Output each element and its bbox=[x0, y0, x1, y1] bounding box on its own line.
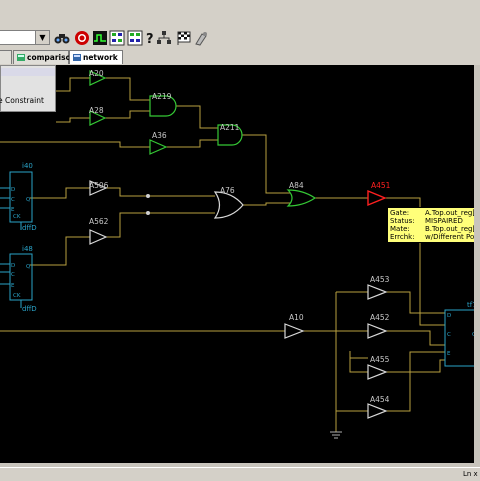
stop-icon[interactable] bbox=[74, 30, 90, 46]
gate-a76[interactable] bbox=[213, 191, 244, 219]
gate-a454[interactable] bbox=[367, 403, 388, 419]
pin-i40-q: Q bbox=[26, 197, 31, 203]
tab-first[interactable] bbox=[0, 50, 12, 64]
vertical-scrollbar[interactable] bbox=[474, 65, 480, 463]
waveform-icon[interactable] bbox=[92, 30, 108, 46]
label-a219: A219 bbox=[152, 92, 172, 101]
pin-i48-e: E bbox=[11, 283, 15, 289]
pin-i48-ck: CK bbox=[13, 293, 21, 299]
context-menu-highlight[interactable] bbox=[1, 68, 55, 76]
tooltip-mate-key: Mate: bbox=[390, 225, 410, 233]
comparison-tab-icon bbox=[17, 54, 25, 61]
chevron-down-icon[interactable]: ▼ bbox=[35, 31, 49, 44]
binoculars-icon[interactable] bbox=[54, 30, 70, 46]
pin-i48-d: D bbox=[11, 263, 15, 269]
pin-i40-d: D bbox=[11, 187, 15, 193]
gate-a36[interactable] bbox=[149, 139, 168, 155]
gate-a84[interactable] bbox=[286, 189, 317, 207]
label-a76: A76 bbox=[220, 186, 235, 195]
label-i48-cell: dffD bbox=[22, 305, 37, 313]
probe-icon[interactable] bbox=[193, 30, 209, 46]
status-line-indicator: Ln x bbox=[463, 470, 478, 478]
network-tab-icon bbox=[73, 54, 81, 61]
tooltip-mate-value: B.Top.out_reg[7 bbox=[425, 225, 480, 233]
matrix-icon-2[interactable] bbox=[127, 30, 143, 46]
status-bar: Ln x bbox=[0, 467, 480, 481]
tooltip-status-value: MISPAIRED bbox=[425, 217, 463, 225]
junction-dot bbox=[146, 194, 150, 198]
gate-a451[interactable] bbox=[367, 189, 387, 207]
label-a451: A451 bbox=[371, 181, 391, 190]
label-i40: i40 bbox=[22, 162, 33, 170]
gate-a455[interactable] bbox=[367, 364, 388, 380]
label-a455: A455 bbox=[370, 355, 390, 364]
label-tf7: tf7 bbox=[467, 301, 474, 309]
label-a36: A36 bbox=[152, 131, 167, 140]
label-i40-cell: dffD bbox=[22, 224, 37, 232]
label-a84: A84 bbox=[289, 181, 304, 190]
pin-i48-c: C bbox=[11, 272, 15, 278]
toolbar-combo[interactable]: ▼ bbox=[0, 30, 50, 45]
tab-comparison[interactable]: comparison bbox=[13, 50, 76, 64]
tooltip-status-key: Status: bbox=[390, 217, 415, 225]
label-a453: A453 bbox=[370, 275, 390, 284]
pin-tf7-d: D bbox=[447, 313, 451, 319]
context-menu-item-constraint[interactable]: e Constraint bbox=[0, 96, 44, 105]
label-a506: A506 bbox=[89, 181, 109, 190]
hierarchy-icon[interactable] bbox=[156, 30, 172, 46]
label-a28: A28 bbox=[89, 106, 104, 115]
pin-i40-e: E bbox=[11, 207, 15, 213]
ground-symbol bbox=[330, 431, 342, 439]
label-i48: i48 bbox=[22, 245, 33, 253]
gate-a562[interactable] bbox=[89, 229, 108, 245]
gate-labels: A20 A28 A219 A36 A211 A506 A562 A76 A84 … bbox=[89, 69, 391, 404]
gate-tooltip: Gate: A.Top.out_reg[7 Status: MISPAIRED … bbox=[387, 207, 480, 243]
pin-tf7-c: C bbox=[447, 332, 451, 338]
title-strip bbox=[0, 0, 480, 27]
pin-i40-ck: CK bbox=[13, 214, 21, 220]
label-a562: A562 bbox=[89, 217, 109, 226]
tab-network-label: network bbox=[83, 53, 118, 62]
svg-text:?: ? bbox=[146, 32, 154, 46]
schematic-canvas[interactable]: A20 A28 A219 A36 A211 A506 A562 A76 A84 … bbox=[0, 65, 474, 463]
matrix-icon[interactable] bbox=[109, 30, 125, 46]
pin-tf7-e: E bbox=[447, 351, 451, 357]
label-a211: A211 bbox=[220, 123, 240, 132]
label-a10: A10 bbox=[289, 313, 304, 322]
gate-a453[interactable] bbox=[367, 284, 388, 300]
tab-network[interactable]: network bbox=[69, 50, 123, 64]
tooltip-gate-value: A.Top.out_reg[7 bbox=[425, 209, 480, 217]
schematic-svg[interactable]: A20 A28 A219 A36 A211 A506 A562 A76 A84 … bbox=[0, 65, 474, 463]
pin-i40-c: C bbox=[11, 197, 15, 203]
label-a454: A454 bbox=[370, 395, 390, 404]
checker-flag-icon[interactable] bbox=[176, 30, 192, 46]
pin-i48-q: Q bbox=[26, 264, 31, 270]
tooltip-gate-key: Gate: bbox=[390, 209, 410, 217]
tooltip-errchk-key: Errchk: bbox=[390, 233, 415, 241]
gate-a452[interactable] bbox=[367, 323, 388, 339]
junction-dot bbox=[146, 211, 150, 215]
tooltip-errchk-value: w/Different Port bbox=[425, 233, 480, 241]
context-menu: e Constraint bbox=[0, 65, 56, 112]
label-a452: A452 bbox=[370, 313, 390, 322]
label-a20: A20 bbox=[89, 69, 104, 78]
gate-a10[interactable] bbox=[284, 323, 305, 339]
